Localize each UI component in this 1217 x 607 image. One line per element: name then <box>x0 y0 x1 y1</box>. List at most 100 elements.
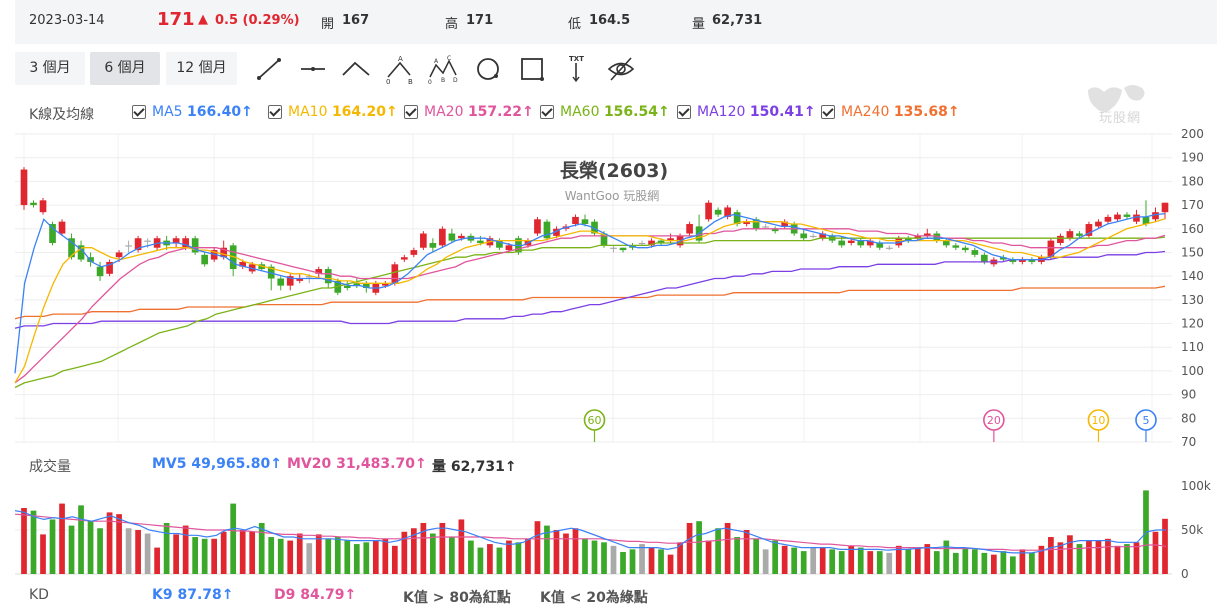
chart-title: 長榮(2603) <box>560 159 668 182</box>
tool-glyph-c: C <box>447 55 451 62</box>
mv5-value: MV5 49,965.80↑ <box>152 456 282 472</box>
circle-icon[interactable] <box>472 54 504 84</box>
tool-glyph-a: A <box>398 55 403 63</box>
candle-body <box>714 209 722 215</box>
volume-bar <box>1124 544 1130 574</box>
volume-chart[interactable]: 100k 50k 0 <box>0 478 1217 582</box>
mv20-value: MV20 31,483.70↑ <box>287 456 427 472</box>
ma-marker-label: 5 <box>1142 414 1149 427</box>
volume-bar <box>563 533 569 574</box>
candle-body <box>800 233 808 239</box>
ma240-checkbox[interactable] <box>821 105 835 119</box>
ma20-checkbox[interactable] <box>404 105 418 119</box>
high-label: 高 <box>445 17 459 32</box>
price-chart[interactable]: 長榮(2603) WantGoo 玩股網 200 190 180 170 160 150 1… <box>0 126 1217 452</box>
volume-bar <box>173 534 179 574</box>
horizontal-line-icon[interactable] <box>297 54 329 84</box>
volume-bar <box>144 533 151 574</box>
candle-body <box>1095 221 1102 227</box>
volume-bar <box>867 551 874 574</box>
volume-bar <box>258 522 265 574</box>
ma5-checkbox[interactable] <box>132 105 146 119</box>
candle-body <box>115 252 123 258</box>
candle-body <box>96 266 104 277</box>
volume-bar <box>629 549 636 574</box>
volume-bar <box>895 545 902 574</box>
volume-bar <box>515 542 522 574</box>
candle-body <box>971 250 979 255</box>
candle-body <box>876 242 884 248</box>
price-tick-label: 140 <box>1181 269 1204 283</box>
volume-bar <box>724 522 731 574</box>
volume-bar <box>1010 556 1016 574</box>
ma10-checkbox[interactable] <box>268 105 282 119</box>
volume-bar <box>667 554 674 574</box>
volume-bar <box>534 521 541 574</box>
d9-legend: D9 84.79↑ <box>274 587 356 603</box>
volume-bar <box>829 549 836 574</box>
volume-bar <box>933 551 940 574</box>
period-6m-button[interactable]: 6 個月 <box>90 52 160 85</box>
candle-body <box>838 240 846 246</box>
candle-body <box>885 247 893 249</box>
price-tick-label: 80 <box>1181 411 1196 425</box>
volume-bar <box>639 544 645 574</box>
volume-bar <box>487 544 493 574</box>
candle-body <box>1057 235 1064 243</box>
chart-subtitle: WantGoo 玩股網 <box>565 189 660 203</box>
zigzag-icon[interactable] <box>340 54 372 84</box>
volume-bar <box>772 540 779 574</box>
volume-bar <box>439 522 446 574</box>
ma120-checkbox[interactable] <box>677 105 691 119</box>
volume-bar <box>800 551 807 574</box>
ma240-line <box>14 285 1166 320</box>
quote-header: 2023-03-14 171 ▲ 0.5 (0.29%) 開 167 高 171… <box>15 0 1217 44</box>
volume-bar <box>1029 552 1035 574</box>
low-label: 低 <box>568 17 582 32</box>
ma10-name: MA10 <box>288 104 328 120</box>
hide-icon[interactable] <box>605 54 637 84</box>
abcd-wave-icon[interactable]: 0 A B C D <box>427 54 459 86</box>
volume-bar <box>220 531 227 574</box>
volume-bar <box>30 510 37 574</box>
rectangle-icon[interactable] <box>516 54 548 84</box>
volume-bar <box>943 540 950 574</box>
volume-bar <box>1057 542 1064 574</box>
volume-bar <box>287 540 294 574</box>
volume-bar <box>353 544 360 574</box>
tool-glyph-a: A <box>434 58 439 65</box>
period-3m-button[interactable]: 3 個月 <box>15 52 85 85</box>
ma60-checkbox[interactable] <box>540 105 554 119</box>
ma-marker-label: 10 <box>1091 414 1105 427</box>
high-value: 171 <box>466 13 494 28</box>
price-tick-label: 70 <box>1181 435 1196 449</box>
candle-body <box>952 245 960 248</box>
period-12m-button[interactable]: 12 個月 <box>166 52 237 85</box>
volume-bar <box>857 547 864 574</box>
trend-line-icon[interactable] <box>253 54 285 84</box>
volume-bar <box>21 508 27 574</box>
volume-bar <box>315 534 322 574</box>
candle-body <box>857 240 865 246</box>
ma5-value: 166.40↑ <box>187 104 253 120</box>
volume-bar <box>1067 535 1073 574</box>
volume-bar <box>886 552 893 574</box>
candle-body <box>961 247 969 251</box>
volume-value: 62,731 <box>712 13 763 28</box>
k9-value: K9 87.78↑ <box>152 587 234 603</box>
k9-legend: K9 87.78↑ <box>152 587 233 603</box>
text-annotation-icon[interactable]: TXT <box>560 54 592 84</box>
candle-body <box>686 224 693 234</box>
abcd-pattern-icon[interactable]: 0 A B <box>384 54 416 86</box>
volume-bar <box>78 505 84 574</box>
candle-body <box>429 242 437 248</box>
open-value: 167 <box>342 13 370 28</box>
volume-bar <box>211 538 218 574</box>
volume-bar <box>230 503 237 574</box>
volume-bar <box>905 549 912 574</box>
volume-bar <box>848 545 855 574</box>
volume-bar <box>125 528 132 574</box>
ma-legend: K線及均線 MA5 166.40↑ MA10 164.20↑ MA20 157.… <box>0 100 1217 124</box>
volume-bar <box>97 528 103 574</box>
volume-bar <box>344 540 351 574</box>
